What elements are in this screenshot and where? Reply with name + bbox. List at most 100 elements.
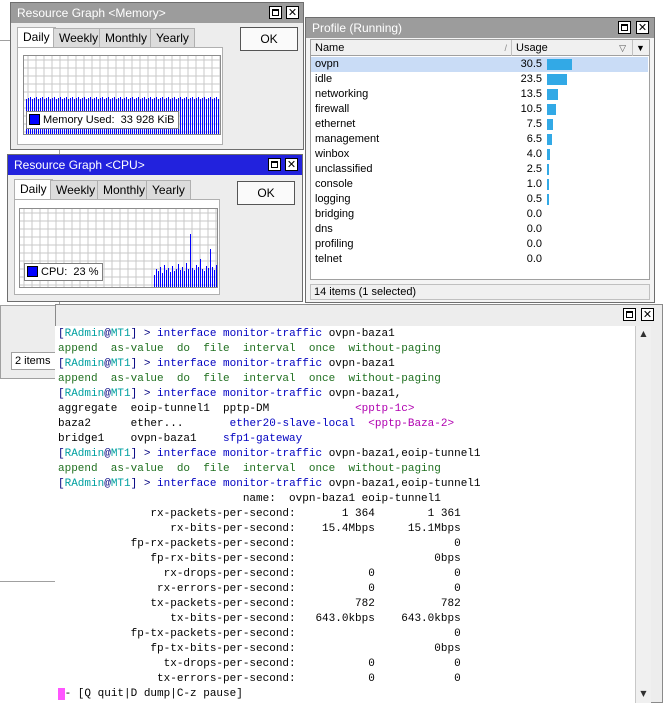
row-name: console [315, 178, 353, 190]
row-usage: 7.5 [526, 118, 542, 130]
completion-item: ether20-slave-local [229, 418, 369, 430]
tab-weekly[interactable]: Weekly [53, 28, 105, 47]
row-usage: 13.5 [520, 88, 542, 100]
memory-bar [210, 97, 211, 134]
cpu-legend: CPU: 23 % [24, 263, 104, 281]
row-name: ovpn [315, 58, 339, 70]
cpu-bar [210, 249, 211, 287]
usage-bar [547, 119, 553, 130]
memory-bar [208, 98, 209, 134]
maximize-button[interactable] [618, 21, 631, 34]
terminal-line: tx-errors-per-second: 0 0 [58, 672, 461, 687]
maximize-button[interactable] [623, 308, 636, 321]
cpu-titlebar[interactable]: Resource Graph <CPU> [8, 155, 302, 175]
tab-daily[interactable]: Daily [14, 179, 53, 200]
terminal-line: append as-value do file interval once wi… [58, 372, 441, 387]
row-name: networking [315, 88, 369, 100]
usage-bar [547, 104, 556, 115]
column-header-usage[interactable]: Usage ▽ [512, 40, 633, 56]
tab-monthly[interactable]: Monthly [99, 28, 154, 47]
cpu-bar [160, 267, 161, 287]
table-row[interactable]: networking 13.5 [311, 87, 648, 102]
memory-titlebar[interactable]: Resource Graph <Memory> [11, 3, 303, 23]
tab-yearly[interactable]: Yearly [150, 28, 195, 47]
table-row[interactable]: ethernet 7.5 [311, 117, 648, 132]
ok-button[interactable]: OK [240, 27, 298, 51]
close-button[interactable]: ✕ [636, 21, 649, 34]
table-row[interactable]: bridging 0.0 [311, 207, 648, 222]
column-menu-button[interactable]: ▼ [633, 40, 649, 56]
terminal-line: -- [Q quit|D dump|C-z pause] [58, 687, 243, 702]
prompt-user: RAdmin [64, 388, 105, 400]
table-row[interactable]: unclassified 2.5 [311, 162, 648, 177]
completion-hint: append as-value do file interval once wi… [58, 373, 441, 385]
cpu-bar [200, 259, 201, 287]
table-row[interactable]: telnet 0.0 [311, 252, 648, 267]
column-header-name[interactable]: Name / [311, 40, 512, 56]
maximize-button[interactable] [268, 158, 281, 171]
profile-window: Profile (Running) ✕ Name / Usage ▽ ▼ ovpn 3… [305, 17, 655, 303]
cpu-bar [208, 268, 209, 287]
table-row[interactable]: firewall 10.5 [311, 102, 648, 117]
cpu-bar [158, 271, 159, 287]
terminal-scrollbar[interactable]: ▲ ▼ [635, 326, 651, 703]
cpu-bar [154, 275, 155, 287]
table-row[interactable]: profiling 0.0 [311, 237, 648, 252]
terminal-line: [RAdmin@MT1] > interface monitor-traffic… [58, 328, 395, 340]
cpu-bar [188, 269, 189, 287]
usage-bar [547, 164, 549, 175]
table-row[interactable]: logging 0.5 [311, 192, 648, 207]
table-row[interactable]: dns 0.0 [311, 222, 648, 237]
items-count: 2 items [11, 352, 59, 370]
prompt-user: RAdmin [64, 358, 105, 370]
cpu-bar [168, 268, 169, 287]
terminal-command: interface monitor-traffic [157, 448, 323, 460]
tab-weekly[interactable]: Weekly [50, 180, 102, 199]
close-button[interactable]: ✕ [285, 158, 298, 171]
close-button[interactable]: ✕ [641, 308, 654, 321]
terminal-output-line: fp-rx-bits-per-second: 0bps [58, 553, 461, 565]
tab-monthly[interactable]: Monthly [97, 180, 152, 199]
table-row[interactable]: management 6.5 [311, 132, 648, 147]
table-row[interactable]: console 1.0 [311, 177, 648, 192]
window-title: Profile (Running) [312, 21, 403, 35]
tab-yearly[interactable]: Yearly [146, 180, 191, 199]
cpu-bar [166, 270, 167, 287]
usage-bar [547, 149, 550, 160]
table-row[interactable]: ovpn 30.5 [311, 57, 648, 72]
terminal-output-line: fp-tx-bits-per-second: 0bps [58, 643, 461, 655]
terminal-argument: ovpn-baza1 [328, 358, 395, 370]
legend-value: 23 % [73, 266, 99, 278]
memory-bar [188, 99, 189, 134]
close-button[interactable]: ✕ [286, 6, 299, 19]
scroll-up-arrow-icon[interactable]: ▲ [636, 329, 651, 338]
usage-bar [547, 179, 549, 190]
usage-bar [547, 89, 558, 100]
maximize-button[interactable] [269, 6, 282, 19]
tab-daily[interactable]: Daily [17, 27, 56, 48]
terminal-output-line: fp-rx-packets-per-second: 0 [58, 538, 461, 550]
memory-bar [206, 99, 207, 134]
scroll-down-arrow-icon[interactable]: ▼ [636, 689, 651, 698]
cpu-bar [204, 271, 205, 287]
memory-bar [192, 97, 193, 134]
terminal-line: tx-bits-per-second: 643.0kbps 643.0kbps [58, 612, 460, 627]
prompt-user: RAdmin [64, 328, 105, 340]
cpu-bar [172, 266, 173, 287]
terminal-output-line: rx-errors-per-second: 0 0 [58, 583, 461, 595]
ok-button[interactable]: OK [237, 181, 295, 205]
memory-bar [190, 98, 191, 134]
row-usage: 10.5 [520, 103, 542, 115]
table-row[interactable]: idle 23.5 [311, 72, 648, 87]
row-usage: 0.0 [526, 223, 542, 235]
terminal-output[interactable]: [RAdmin@MT1] > interface monitor-traffic… [55, 326, 635, 703]
terminal-output-line: name: ovpn-baza1 eoip-tunnel1 [58, 493, 441, 505]
row-name: idle [315, 73, 333, 85]
row-name: telnet [315, 253, 342, 265]
table-row[interactable]: winbox 4.0 [311, 147, 648, 162]
terminal-line: rx-packets-per-second: 1 364 1 361 [58, 507, 460, 522]
terminal-line: bridge1 ovpn-baza1 sfp1-gateway [58, 432, 302, 447]
profile-titlebar[interactable]: Profile (Running) [306, 18, 654, 38]
cpu-bar [184, 271, 185, 287]
memory-bar [216, 97, 217, 134]
